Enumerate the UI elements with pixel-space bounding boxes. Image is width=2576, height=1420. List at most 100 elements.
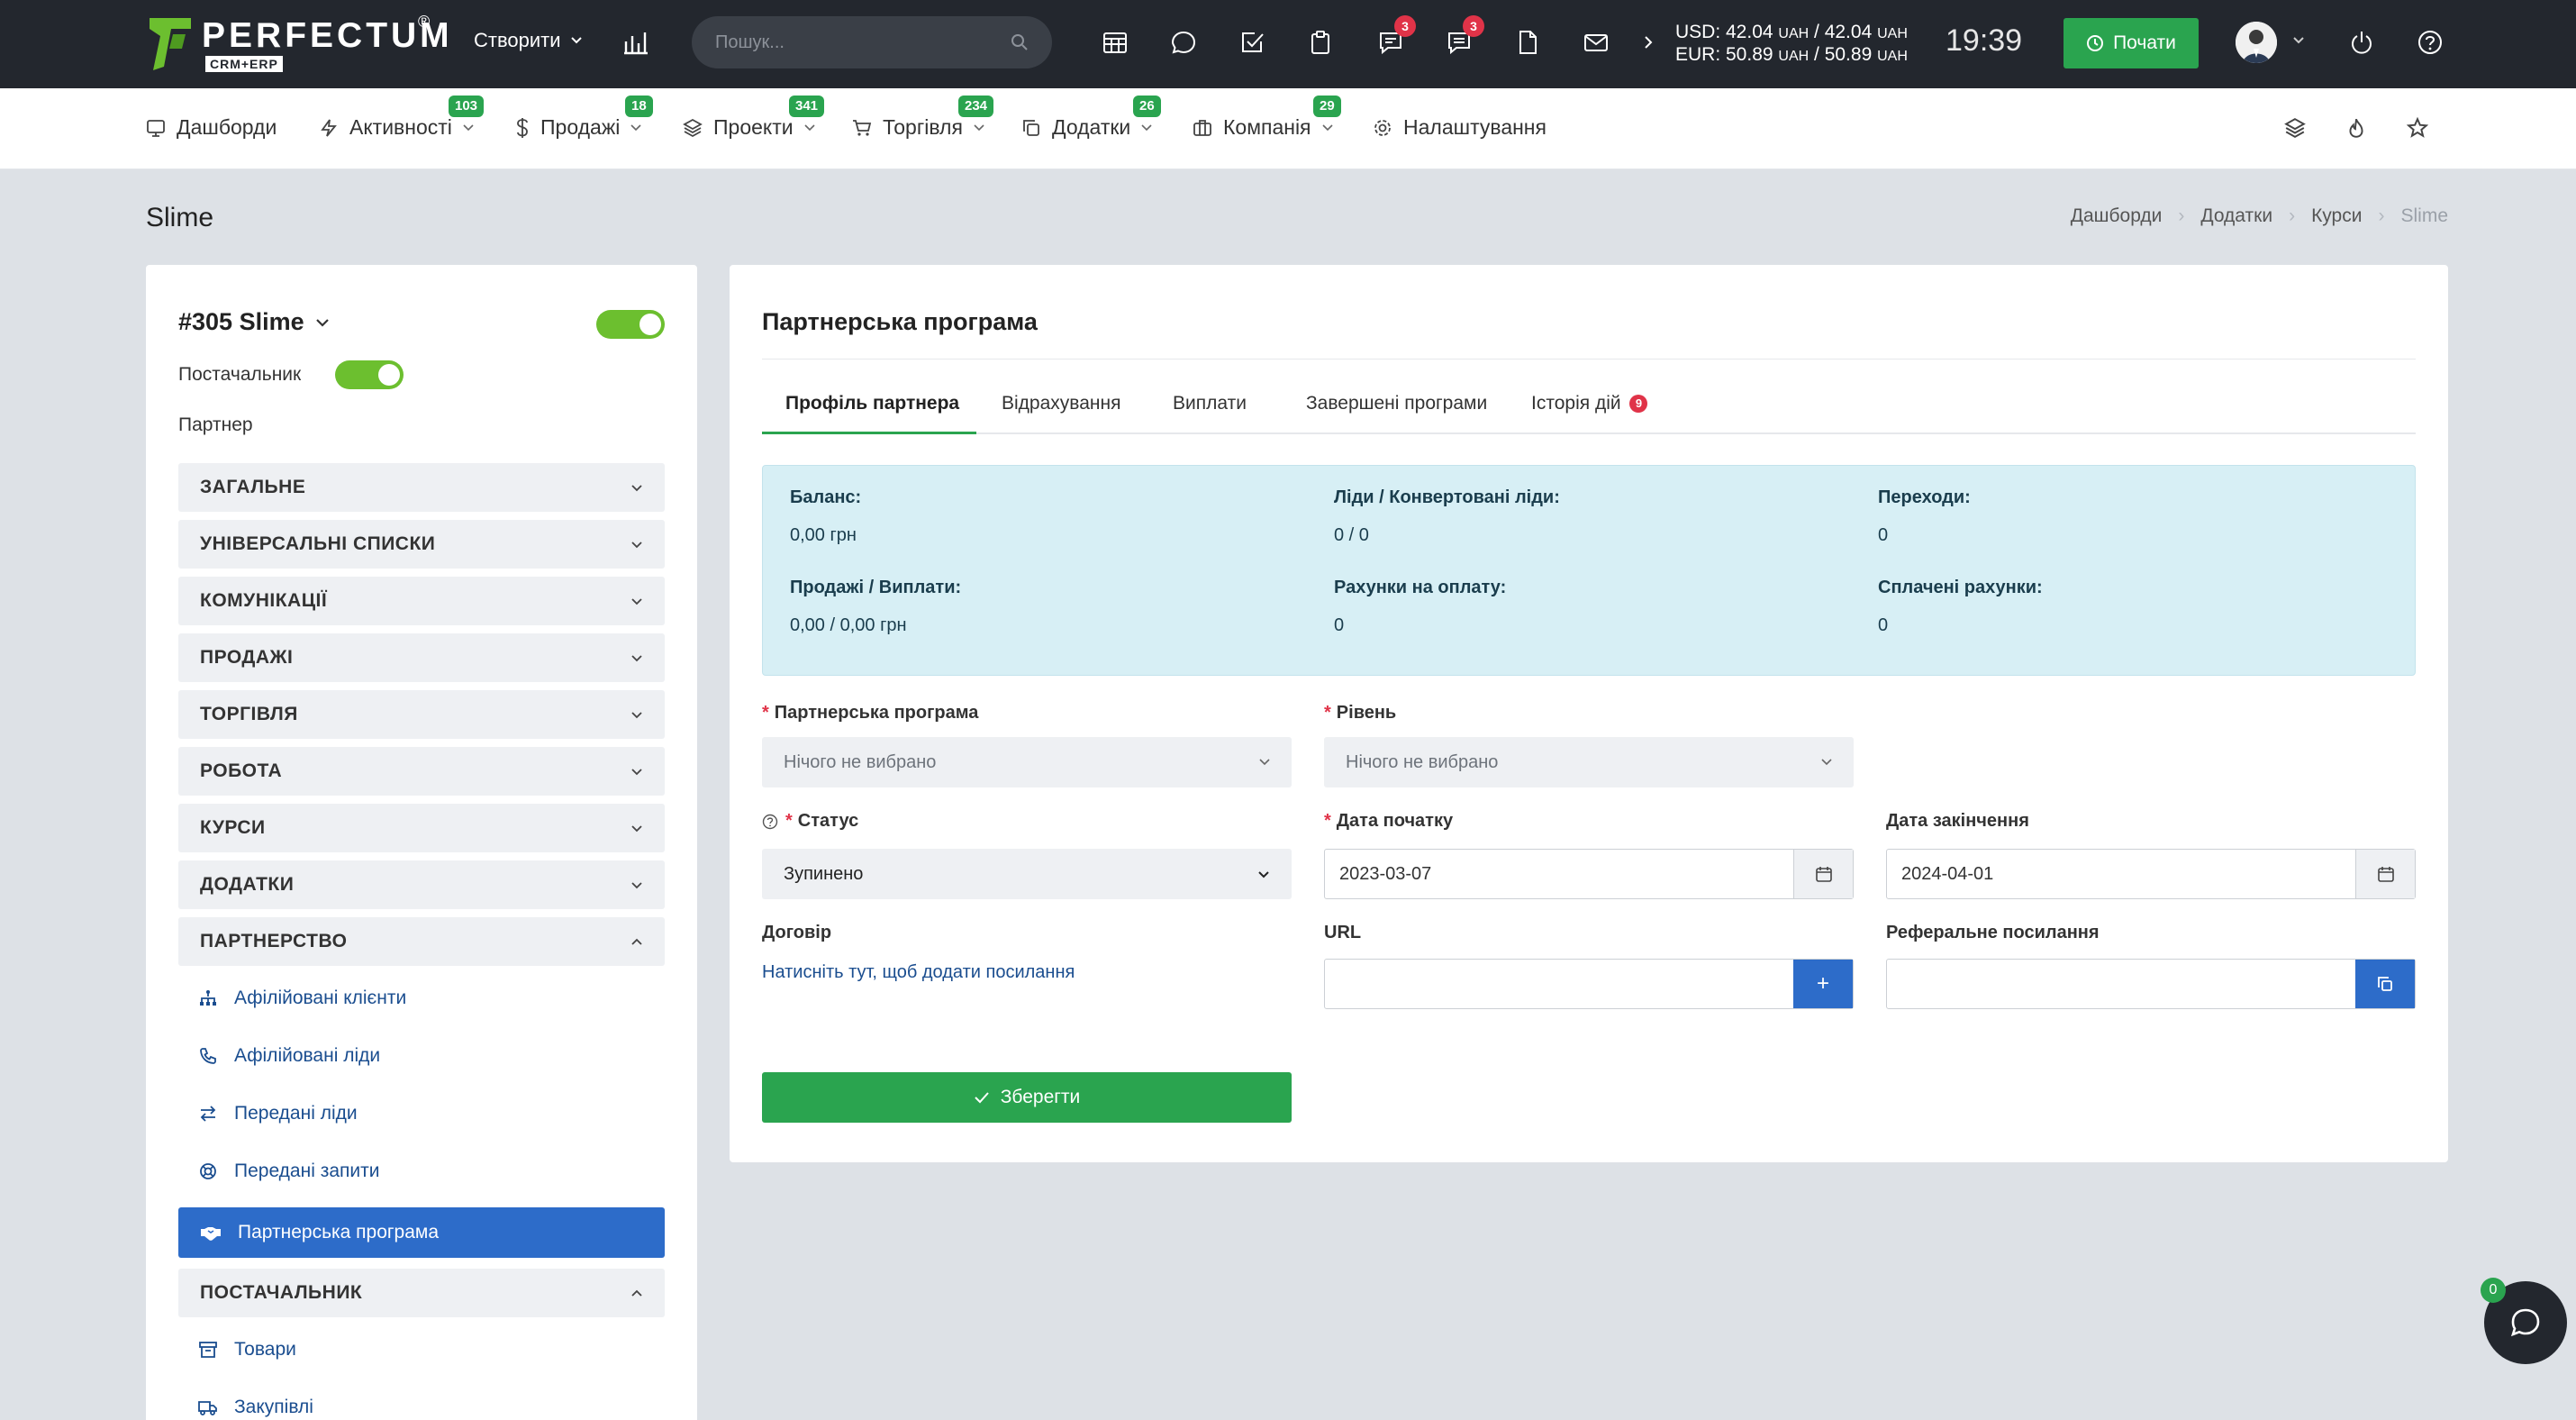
sidebar-item-transferred-leads[interactable]: Передані ліди: [198, 1103, 358, 1124]
logo[interactable]: PERFECTUM CRM+ERP ®: [146, 13, 449, 76]
star-icon[interactable]: [2407, 117, 2428, 139]
reports-icon[interactable]: [618, 24, 654, 60]
start-date-input[interactable]: [1325, 863, 1793, 885]
nav-label: Компанія: [1223, 115, 1311, 139]
mail-icon[interactable]: [1578, 24, 1614, 60]
tab-completed-programs[interactable]: Завершені програми: [1306, 393, 1487, 414]
section-supplier[interactable]: ПОСТАЧАЛЬНИК: [178, 1269, 665, 1317]
section-partnership[interactable]: ПАРТНЕРСТВО: [178, 917, 665, 966]
clipboard-icon[interactable]: [1302, 24, 1338, 60]
section-universal-lists[interactable]: УНІВЕРСАЛЬНІ СПИСКИ: [178, 520, 665, 569]
nav-item-company[interactable]: Компанія 29: [1193, 96, 1341, 140]
dollar-icon: [517, 117, 528, 138]
add-url-button[interactable]: +: [1793, 960, 1853, 1008]
level-select[interactable]: Нічого не вибрано: [1324, 737, 1854, 787]
nav-badge: 26: [1133, 96, 1161, 117]
referral-link-input[interactable]: [1887, 973, 2355, 995]
sidebar-item-affiliated-clients[interactable]: Афілійовані клієнти: [198, 988, 406, 1009]
section-label: КОМУНІКАЦІЇ: [200, 590, 328, 611]
section-sales[interactable]: ПРОДАЖІ: [178, 633, 665, 682]
clicks-value: 0: [1878, 525, 1889, 545]
leads-label: Ліди / Конвертовані ліди:: [1334, 487, 1560, 507]
sidebar-item-goods[interactable]: Товари: [198, 1339, 296, 1361]
tab-deductions[interactable]: Відрахування: [1002, 393, 1120, 414]
chevron-down-icon: [804, 123, 815, 131]
create-menu[interactable]: Створити: [474, 29, 583, 52]
tasks-icon[interactable]: [1234, 24, 1270, 60]
chat-widget-button[interactable]: 0: [2481, 1278, 2567, 1364]
sidebar-item-label: Передані запити: [234, 1161, 380, 1181]
sidebar-item-partner-program[interactable]: Партнерська програма: [178, 1207, 665, 1258]
layers-icon: [683, 118, 703, 137]
logo-text: PERFECTUM: [202, 16, 453, 55]
nav-item-sales[interactable]: Продажі 18: [515, 96, 653, 140]
end-date-input[interactable]: [1887, 863, 2355, 885]
sidebar-item-affiliated-leads[interactable]: Афілійовані ліди: [198, 1045, 380, 1067]
section-addons[interactable]: ДОДАТКИ: [178, 860, 665, 909]
url-input[interactable]: [1325, 973, 1793, 995]
currency-rates: USD: 42.04 UAH / 42.04 UAH EUR: 50.89 UA…: [1675, 22, 1908, 67]
chevron-down-icon: [1258, 870, 1269, 878]
calendar-icon[interactable]: [1793, 850, 1853, 898]
status-select[interactable]: Зупинено: [762, 849, 1292, 899]
tab-label: Історія дій: [1531, 393, 1621, 414]
invoices-value: 0: [1334, 615, 1345, 635]
calendar-icon[interactable]: [2355, 850, 2415, 898]
nav-item-addons[interactable]: Додатки 26: [1021, 96, 1161, 140]
section-work[interactable]: РОБОТА: [178, 747, 665, 796]
announcements-badge: 3: [1394, 15, 1416, 37]
start-timer-button[interactable]: Почати: [2064, 18, 2199, 68]
nav-item-projects[interactable]: Проекти 341: [683, 96, 825, 140]
help-icon[interactable]: [2412, 24, 2448, 60]
help-circle-icon[interactable]: [762, 814, 778, 830]
breadcrumb-item[interactable]: Курси: [2311, 205, 2362, 227]
nav-item-dashboards[interactable]: Дашборди: [146, 115, 277, 140]
search-input[interactable]: [715, 32, 985, 53]
record-active-toggle[interactable]: [596, 310, 665, 339]
announcements-icon[interactable]: 3: [1373, 15, 1416, 60]
user-menu-chevron-icon[interactable]: [2292, 36, 2305, 45]
copy-link-button[interactable]: [2355, 960, 2415, 1008]
chevron-down-icon: [631, 768, 642, 775]
sidebar-item-purchases[interactable]: Закупівлі: [198, 1397, 313, 1418]
section-courses[interactable]: КУРСИ: [178, 804, 665, 852]
chat-bubble-icon[interactable]: [1166, 24, 1202, 60]
power-icon[interactable]: [2344, 24, 2380, 60]
eur-rate: EUR: 50.89 UAH / 50.89 UAH: [1675, 44, 1908, 65]
supplier-toggle[interactable]: [335, 360, 404, 389]
partner-program-panel: Партнерська програма Профіль партнера Ві…: [730, 265, 2448, 1162]
record-title-dropdown[interactable]: #305 Slime: [178, 308, 330, 336]
search-box[interactable]: [692, 16, 1052, 68]
record-sidebar: #305 Slime Постачальник Партнер ЗАГАЛЬНЕ…: [146, 265, 697, 1420]
layers-toggle-icon[interactable]: [2284, 117, 2306, 139]
chevron-right-icon[interactable]: [1639, 24, 1657, 60]
messages-icon[interactable]: 3: [1441, 15, 1484, 60]
chat-bubble-icon: [2510, 1308, 2540, 1337]
tab-action-history[interactable]: Історія дій 9: [1531, 393, 1648, 414]
nav-badge: 341: [789, 96, 825, 117]
start-date-label: * Дата початку: [1324, 811, 1454, 831]
calendar-table-icon[interactable]: [1097, 24, 1133, 60]
tab-payouts[interactable]: Виплати: [1173, 393, 1247, 414]
contract-add-link[interactable]: Натисніть тут, щоб додати посилання: [762, 962, 1075, 983]
chevron-down-icon: [631, 824, 642, 832]
fire-icon[interactable]: [2345, 117, 2367, 139]
section-communications[interactable]: КОМУНІКАЦІЇ: [178, 577, 665, 625]
nav-item-settings[interactable]: Налаштування: [1373, 115, 1547, 140]
section-general[interactable]: ЗАГАЛЬНЕ: [178, 463, 665, 512]
program-select[interactable]: Нічого не вибрано: [762, 737, 1292, 787]
tab-partner-profile[interactable]: Профіль партнера: [785, 393, 959, 414]
breadcrumb-item[interactable]: Дашборди: [2071, 205, 2163, 227]
truck-icon: [198, 1401, 217, 1415]
chevron-down-icon: [631, 881, 642, 888]
save-button[interactable]: Зберегти: [762, 1072, 1292, 1123]
breadcrumb-item[interactable]: Додатки: [2200, 205, 2272, 227]
section-trade[interactable]: ТОРГІВЛЯ: [178, 690, 665, 739]
document-icon[interactable]: [1510, 24, 1546, 60]
avatar[interactable]: [2236, 22, 2277, 63]
nav-item-activities[interactable]: Активності 103: [319, 96, 485, 140]
section-label: РОБОТА: [200, 760, 283, 781]
chevron-down-icon: [631, 597, 642, 605]
nav-item-trade[interactable]: Торгівля 234: [852, 96, 994, 140]
sidebar-item-transferred-requests[interactable]: Передані запити: [198, 1161, 379, 1182]
